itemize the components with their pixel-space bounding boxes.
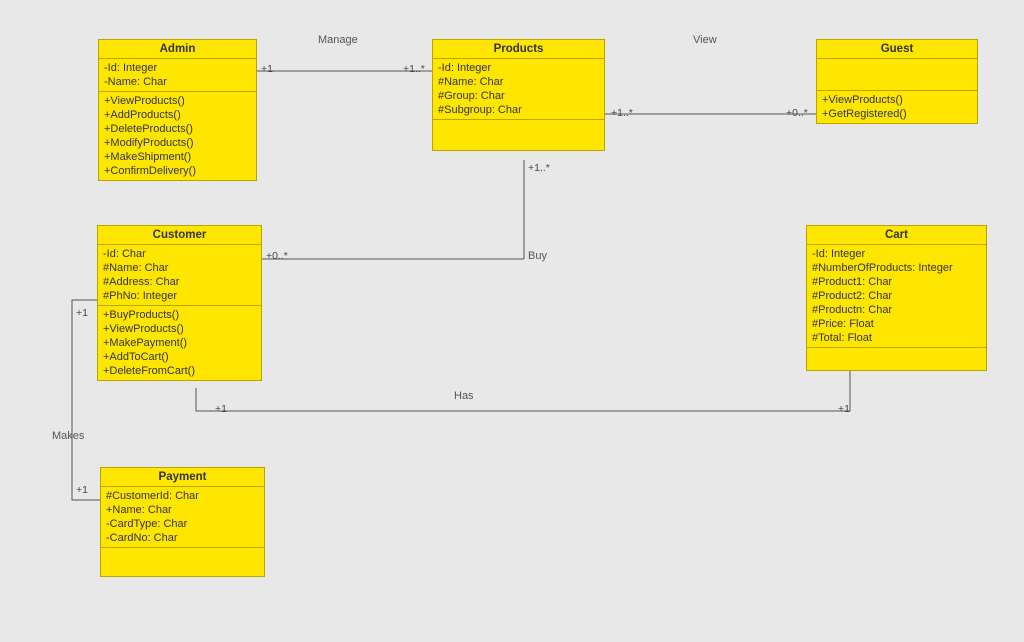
class-admin: Admin -Id: Integer -Name: Char +ViewProd… [98,39,257,181]
mult-view-1: +1..* [611,107,633,119]
label-makes: Makes [52,430,84,442]
class-payment: Payment #CustomerId: Char +Name: Char -C… [100,467,265,577]
class-attrs: -Id: Char #Name: Char #Address: Char #Ph… [98,245,261,306]
label-manage: Manage [318,34,358,46]
mult-view-2: +0..* [786,107,808,119]
class-attrs: -Id: Integer #NumberOfProducts: Integer … [807,245,986,348]
label-view: View [693,34,717,46]
class-title: Products [433,40,604,59]
mult-buy-cust: +0..* [266,250,288,262]
mult-has-2: +1 [838,403,850,415]
label-has: Has [454,390,474,402]
class-ops [101,548,264,576]
class-ops [433,120,604,150]
class-ops: +BuyProducts() +ViewProducts() +MakePaym… [98,306,261,380]
class-title: Payment [101,468,264,487]
class-ops: +ViewProducts() +AddProducts() +DeletePr… [99,92,256,180]
mult-has-1: +1 [215,403,227,415]
class-attrs: #CustomerId: Char +Name: Char -CardType:… [101,487,264,548]
class-guest: Guest +ViewProducts() +GetRegistered() [816,39,978,124]
class-title: Customer [98,226,261,245]
mult-manage-2: +1..* [403,63,425,75]
class-title: Guest [817,40,977,59]
mult-manage-1: +1 [261,63,273,75]
class-ops [807,348,986,370]
class-attrs [817,59,977,91]
class-cart: Cart -Id: Integer #NumberOfProducts: Int… [806,225,987,371]
label-buy: Buy [528,250,547,262]
class-title: Admin [99,40,256,59]
mult-makes-1: +1 [76,307,88,319]
class-attrs: -Id: Integer #Name: Char #Group: Char #S… [433,59,604,120]
class-customer: Customer -Id: Char #Name: Char #Address:… [97,225,262,381]
mult-makes-2: +1 [76,484,88,496]
class-products: Products -Id: Integer #Name: Char #Group… [432,39,605,151]
class-ops: +ViewProducts() +GetRegistered() [817,91,977,123]
mult-buy-prod: +1..* [528,162,550,174]
class-title: Cart [807,226,986,245]
class-attrs: -Id: Integer -Name: Char [99,59,256,92]
